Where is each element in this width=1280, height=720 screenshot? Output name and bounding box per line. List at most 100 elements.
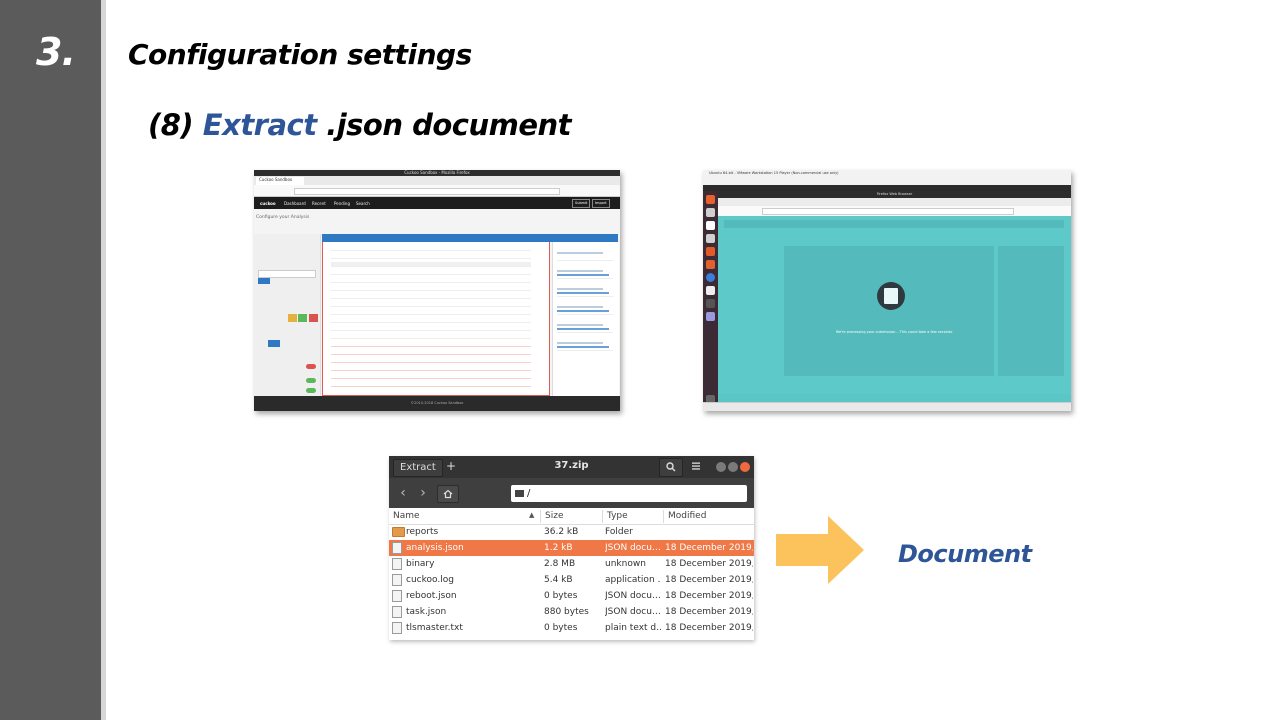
processing-message: We're processing your submission... This…: [835, 330, 954, 334]
launcher-app-icon: [706, 221, 715, 230]
nav-dashboard: Dashboard: [284, 201, 306, 206]
firefox-tabstrip: [718, 198, 1071, 206]
vmware-titlebar: Ubuntu 64-bit - VMware Workstation 15 Pl…: [703, 170, 1071, 186]
file-modified: 18 December 2019,…: [665, 607, 753, 617]
file-tree-row: [331, 286, 531, 291]
file-modified: 18 December 2019,…: [665, 559, 753, 569]
file-row-reports[interactable]: reports 36.2 kB Folder: [389, 524, 754, 540]
file-tree-row: [331, 374, 531, 379]
toggle-option: [306, 364, 316, 369]
file-type: application …: [605, 575, 661, 585]
file-name: task.json: [406, 607, 447, 617]
file-tree-row: [331, 270, 531, 275]
network-routing-select: [258, 270, 316, 278]
ghost-selection: [998, 246, 1064, 376]
file-icon: [392, 606, 402, 618]
launcher-app-icon: [706, 234, 715, 243]
file-row-tlsmaster-txt[interactable]: tlsmaster.txt 0 bytes plain text d… 18 D…: [389, 620, 754, 636]
arrow-right-icon: [776, 516, 864, 584]
document-label: Document: [898, 540, 1032, 568]
firefox-url-field: [762, 208, 1014, 215]
search-icon-glyph: [666, 462, 676, 472]
file-size: 880 bytes: [544, 607, 589, 617]
file-row-reboot-json[interactable]: reboot.json 0 bytes JSON docu… 18 Decemb…: [389, 588, 754, 604]
column-size-header[interactable]: Size: [545, 511, 563, 521]
file-name: reports: [406, 527, 439, 537]
launcher-terminal-icon: [706, 299, 715, 308]
file-tree-row: [331, 358, 531, 363]
file-tree-panel: [322, 242, 550, 396]
location-path: /: [527, 488, 531, 499]
toggle-option: [306, 388, 316, 393]
location-field[interactable]: /: [511, 485, 747, 502]
minimize-icon[interactable]: [716, 462, 726, 472]
file-list-header: Name ▲ Size Type Modified: [389, 508, 754, 525]
launcher-firefox-icon: [706, 195, 715, 204]
home-icon[interactable]: [437, 485, 459, 503]
archive-titlebar: Extract + 37.zip: [389, 456, 754, 478]
home-icon-glyph: [443, 489, 453, 499]
file-row-binary[interactable]: binary 2.8 MB unknown 18 December 2019,…: [389, 556, 754, 572]
file-size: 0 bytes: [544, 591, 578, 601]
slide-subtitle: (8) Extract .json document: [148, 108, 572, 142]
file-tree-row: [331, 278, 531, 283]
file-tree-row: [331, 366, 531, 371]
file-icon: [392, 622, 402, 634]
column-name-header[interactable]: Name: [393, 511, 420, 521]
selection-item: [557, 268, 613, 279]
column-modified-header[interactable]: Modified: [668, 511, 706, 521]
file-tree-row: [331, 294, 531, 299]
timeout-option: [268, 340, 280, 347]
file-row-cuckoo-log[interactable]: cuckoo.log 5.4 kB application … 18 Decem…: [389, 572, 754, 588]
file-tree-header: [322, 234, 618, 242]
configure-heading: Configure your Analysis: [256, 215, 310, 220]
cuckoo-configure-screenshot: Cuckoo Sandbox - Mozilla Firefox Cuckoo …: [254, 170, 620, 411]
selection-item: [557, 286, 613, 297]
browser-url-field: [294, 188, 560, 195]
search-icon[interactable]: [659, 458, 683, 477]
file-icon: [392, 574, 402, 586]
folder-icon: [515, 490, 524, 497]
launcher-app-icon: [706, 260, 715, 269]
hamburger-menu-icon[interactable]: [685, 458, 707, 475]
file-size: 2.8 MB: [544, 559, 576, 569]
launcher-help-icon: [706, 273, 715, 282]
archive-manager-window: Extract + 37.zip ‹ › / Name ▲ Size Type …: [389, 456, 754, 640]
slide-title: Configuration settings: [128, 38, 472, 71]
close-icon[interactable]: [740, 462, 750, 472]
file-name: reboot.json: [406, 591, 457, 601]
priority-high: [309, 314, 318, 322]
subtitle-accent: Extract: [202, 108, 317, 142]
file-icon: [392, 542, 402, 554]
firefox-titlebar: Firefox Web Browser: [718, 191, 1071, 198]
maximize-icon[interactable]: [728, 462, 738, 472]
file-tree-row: [331, 342, 531, 347]
browser-tabstrip: Cuckoo Sandbox: [254, 176, 620, 185]
cuckoo-navbar: cuckoo Dashboard Recent Pending Search S…: [254, 197, 620, 209]
selection-item: [557, 340, 613, 351]
browser-tab: Cuckoo Sandbox: [256, 177, 304, 185]
nav-import-button: Import: [592, 199, 610, 208]
vmware-window-title: Ubuntu 64-bit - VMware Workstation 15 Pl…: [709, 171, 839, 175]
file-type: unknown: [605, 559, 646, 569]
step-number: 3.: [36, 30, 76, 74]
path-bar: ‹ › /: [389, 478, 754, 508]
file-size: 1.2 kB: [544, 543, 573, 553]
column-divider: [663, 510, 664, 523]
file-tree-row: [331, 350, 531, 355]
priority-low: [298, 314, 307, 322]
file-name: cuckoo.log: [406, 575, 454, 585]
selection-panel: [552, 242, 619, 396]
file-name: binary: [406, 559, 435, 569]
file-row-task-json[interactable]: task.json 880 bytes JSON docu… 18 Decemb…: [389, 604, 754, 620]
column-divider: [602, 510, 603, 523]
file-name: tlsmaster.txt: [406, 623, 463, 633]
chevron-left-icon[interactable]: ‹: [395, 485, 411, 501]
chevron-right-icon[interactable]: ›: [415, 485, 431, 501]
column-type-header[interactable]: Type: [607, 511, 628, 521]
file-row-analysis-json[interactable]: analysis.json 1.2 kB JSON docu… 18 Decem…: [389, 540, 754, 556]
file-tree-row: [331, 310, 531, 315]
file-modified: 18 December 2019,…: [665, 623, 753, 633]
file-tree-row: [331, 262, 531, 267]
selection-item: [557, 322, 613, 333]
